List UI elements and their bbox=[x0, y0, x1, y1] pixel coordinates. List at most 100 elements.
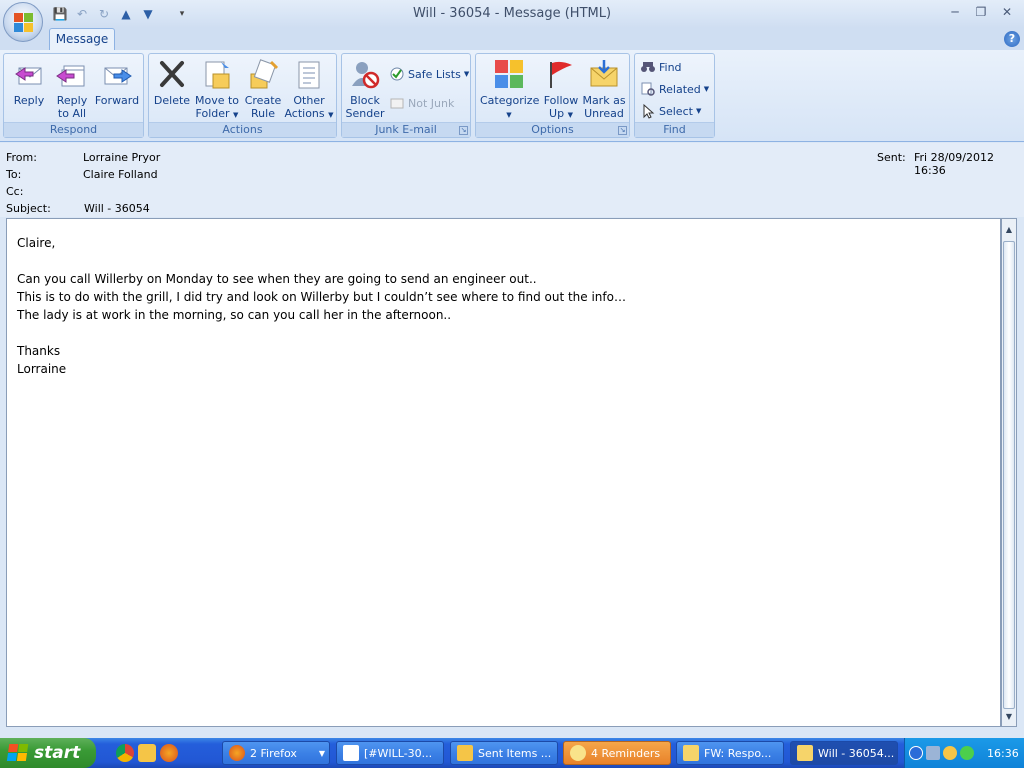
close-button[interactable]: ✕ bbox=[996, 3, 1018, 21]
select-button[interactable]: Select ▼ bbox=[640, 101, 701, 121]
other-actions-button[interactable]: Other Actions ▼ bbox=[284, 56, 334, 122]
task-label: 2 Firefox bbox=[250, 746, 297, 760]
envelope-icon bbox=[797, 745, 813, 761]
scroll-up-icon[interactable]: ▲ bbox=[1004, 225, 1014, 237]
restore-button[interactable]: ❐ bbox=[970, 3, 992, 21]
related-icon bbox=[640, 81, 656, 97]
other-actions-icon bbox=[293, 58, 325, 90]
outlook-icon[interactable] bbox=[138, 744, 156, 762]
firefox-icon[interactable] bbox=[160, 744, 178, 762]
create-rule-button[interactable]: Create Rule bbox=[242, 56, 284, 122]
mark-as-unread-label-1: Mark as bbox=[582, 94, 626, 107]
cc-label: Cc: bbox=[6, 185, 24, 198]
sent-label: Sent: bbox=[877, 151, 906, 164]
delete-label: Delete bbox=[153, 94, 191, 107]
forward-icon bbox=[101, 58, 133, 90]
safe-lists-button[interactable]: Safe Lists ▼ bbox=[389, 64, 469, 84]
reply-button[interactable]: Reply bbox=[8, 56, 50, 122]
message-body[interactable]: Claire, Can you call Willerby on Monday … bbox=[6, 218, 1001, 727]
find-label: Find bbox=[659, 60, 682, 74]
block-sender-button[interactable]: Block Sender bbox=[344, 56, 386, 122]
block-sender-label-2: Sender bbox=[345, 107, 385, 120]
body-line: Lorraine bbox=[17, 362, 67, 376]
safe-lists-icon bbox=[389, 66, 405, 82]
network-icon[interactable] bbox=[926, 746, 940, 760]
outlook-tray-icon[interactable] bbox=[943, 746, 957, 760]
not-junk-label: Not Junk bbox=[408, 96, 455, 110]
reply-icon bbox=[13, 58, 45, 90]
app-icon bbox=[343, 745, 359, 761]
find-group: Find Related ▼ Select ▼ Find bbox=[634, 53, 715, 138]
subject-label: Subject: bbox=[6, 202, 51, 215]
create-rule-icon bbox=[247, 58, 279, 90]
clock[interactable]: 16:36 bbox=[987, 747, 1019, 760]
options-dialog-launcher-icon[interactable]: ↘ bbox=[618, 126, 627, 135]
chrome-icon[interactable] bbox=[116, 744, 134, 762]
office-logo-icon bbox=[14, 13, 34, 33]
create-rule-label-1: Create bbox=[244, 94, 282, 107]
task-label: Will - 36054... bbox=[818, 746, 895, 760]
firefox-icon bbox=[229, 745, 245, 761]
scroll-thumb[interactable] bbox=[1003, 241, 1015, 709]
categorize-label: Categorize bbox=[480, 94, 540, 107]
taskbar-item-current-message[interactable]: Will - 36054... bbox=[790, 741, 898, 765]
body-line: The lady is at work in the morning, so c… bbox=[17, 308, 452, 322]
create-rule-label-2: Rule bbox=[251, 107, 275, 120]
find-button[interactable]: Find bbox=[640, 57, 682, 77]
envelope-icon bbox=[683, 745, 699, 761]
body-line: Claire, bbox=[17, 236, 56, 250]
categorize-button[interactable]: Categorize ▼ bbox=[480, 56, 540, 122]
vertical-scrollbar[interactable]: ▲ ▼ bbox=[1001, 218, 1017, 727]
junk-email-group: Block Sender Safe Lists ▼ Not Junk Junk E-… bbox=[341, 53, 471, 138]
block-sender-icon bbox=[349, 58, 381, 90]
quick-launch bbox=[116, 744, 178, 762]
delete-icon bbox=[156, 58, 188, 90]
body-line: Thanks bbox=[17, 344, 61, 358]
reply-label: Reply bbox=[13, 94, 45, 107]
body-line: This is to do with the grill, I did try … bbox=[17, 290, 626, 304]
delete-button[interactable]: Delete bbox=[152, 56, 192, 122]
reply-all-icon bbox=[56, 58, 88, 90]
find-group-label: Find bbox=[635, 122, 714, 137]
from-label: From: bbox=[6, 151, 37, 164]
move-to-folder-button[interactable]: Move to Folder ▼ bbox=[193, 56, 241, 122]
window-title: Will - 36054 - Message (HTML) bbox=[412, 6, 612, 21]
other-actions-label-1: Other bbox=[293, 94, 325, 107]
minimize-button[interactable]: ─ bbox=[944, 3, 966, 21]
move-to-folder-label-2: Folder bbox=[195, 107, 230, 120]
junk-email-dialog-launcher-icon[interactable]: ↘ bbox=[459, 126, 468, 135]
forward-button[interactable]: Forward bbox=[93, 56, 141, 122]
ribbon-tab-row: Message ? bbox=[0, 28, 1024, 50]
not-junk-button[interactable]: Not Junk bbox=[389, 93, 454, 113]
move-to-folder-icon bbox=[201, 58, 233, 90]
reply-all-label-2: to All bbox=[57, 107, 87, 120]
taskbar-item-will-ticket[interactable]: [#WILL-30... bbox=[336, 741, 444, 765]
show-hidden-icons-icon[interactable] bbox=[909, 746, 923, 760]
reminder-bell-icon bbox=[570, 745, 586, 761]
forward-label: Forward bbox=[94, 94, 140, 107]
reply-all-label-1: Reply bbox=[56, 94, 88, 107]
reply-all-button[interactable]: Reply to All bbox=[50, 56, 94, 122]
follow-up-button[interactable]: Follow Up ▼ bbox=[540, 56, 582, 122]
mark-as-unread-button[interactable]: Mark as Unread bbox=[582, 56, 626, 122]
to-value[interactable]: Claire Folland bbox=[83, 168, 158, 181]
options-group-label: Options bbox=[476, 122, 629, 137]
help-icon[interactable]: ? bbox=[1004, 31, 1020, 47]
follow-up-label-2: Up bbox=[549, 107, 565, 120]
taskbar-item-reminders[interactable]: 4 Reminders bbox=[563, 741, 671, 765]
body-line bbox=[17, 252, 990, 270]
follow-up-label-1: Follow bbox=[543, 94, 579, 107]
window-controls: ─ ❐ ✕ bbox=[944, 3, 1018, 21]
taskbar-item-sent-items[interactable]: Sent Items ... bbox=[450, 741, 558, 765]
scroll-down-icon[interactable]: ▼ bbox=[1004, 712, 1014, 724]
related-button[interactable]: Related ▼ bbox=[640, 79, 709, 99]
start-button[interactable]: start bbox=[0, 738, 96, 768]
taskbar-item-firefox[interactable]: 2 Firefox ▼ bbox=[222, 741, 330, 765]
office-button[interactable] bbox=[3, 2, 43, 42]
tab-message[interactable]: Message bbox=[49, 28, 115, 50]
cursor-icon bbox=[640, 103, 656, 119]
status-icon[interactable] bbox=[960, 746, 974, 760]
from-value[interactable]: Lorraine Pryor bbox=[83, 151, 160, 164]
respond-group-label: Respond bbox=[4, 122, 143, 137]
taskbar-item-fw-response[interactable]: FW: Respo... bbox=[676, 741, 784, 765]
